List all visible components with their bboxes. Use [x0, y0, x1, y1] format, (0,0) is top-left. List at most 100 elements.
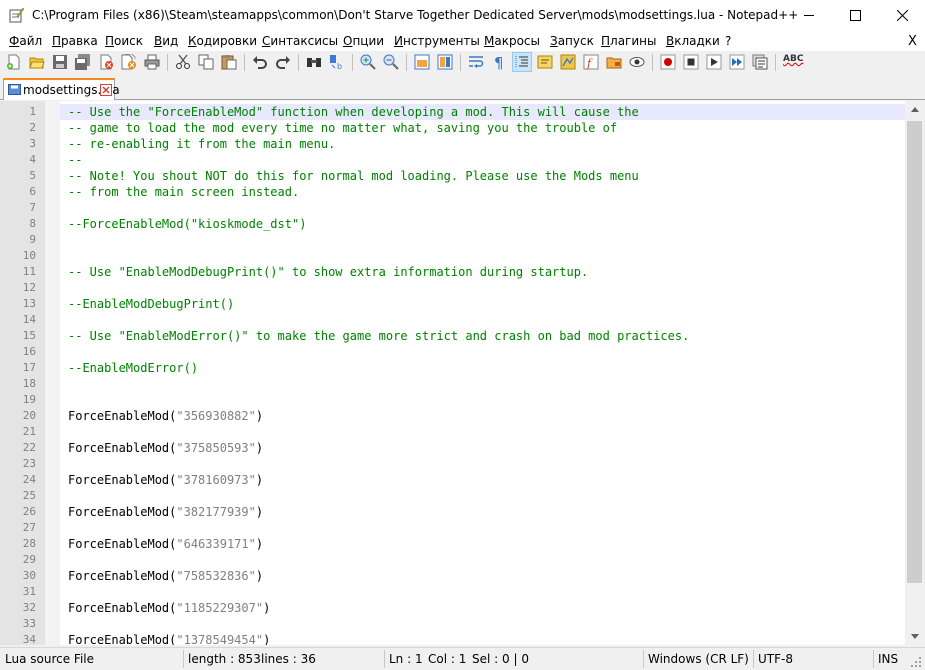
user-language-icon[interactable] [537, 54, 553, 70]
open-file-icon[interactable] [29, 54, 45, 70]
svg-text:¶: ¶ [494, 54, 504, 70]
show-all-chars-icon[interactable]: ¶ [491, 54, 507, 70]
code-line[interactable]: ForceEnableMod("378160973") [68, 472, 263, 488]
monitoring-icon[interactable] [629, 54, 645, 70]
close-file-icon[interactable] [98, 54, 114, 70]
menu-window[interactable]: Вкладки [666, 34, 720, 48]
undo-icon[interactable] [252, 54, 268, 70]
code-line[interactable]: ForceEnableMod("375850593") [68, 440, 263, 456]
menu-help[interactable]: ? [725, 34, 731, 48]
code-line[interactable]: ForceEnableMod("1185229307") [68, 600, 270, 616]
save-icon[interactable] [52, 54, 68, 70]
stop-record-icon[interactable] [683, 54, 699, 70]
menu-file[interactable]: Файл [9, 34, 42, 48]
code-comment: -- game to load the mod every time no ma… [68, 121, 618, 135]
code-line[interactable]: ForceEnableMod("758532836") [68, 568, 263, 584]
file-saved-icon [8, 84, 21, 95]
replace-icon[interactable]: b [329, 54, 345, 70]
minimize-button[interactable] [786, 0, 832, 31]
save-all-icon[interactable] [75, 54, 91, 70]
line-number: 23 [22, 457, 36, 470]
vertical-scrollbar[interactable] [905, 101, 925, 645]
code-line[interactable]: ForceEnableMod("356930882") [68, 408, 263, 424]
code-line[interactable]: -- Use "EnableModError()" to make the ga… [68, 328, 689, 344]
menu-tools[interactable]: Инструменты [394, 34, 480, 48]
code-comment: --EnableModError() [68, 361, 199, 375]
code-line[interactable]: -- Use "EnableModDebugPrint()" to show e… [68, 264, 588, 280]
code-line[interactable]: -- Note! You shout NOT do this for norma… [68, 168, 639, 184]
copy-icon[interactable] [198, 54, 214, 70]
spell-check-icon[interactable]: ABC [783, 54, 803, 70]
play-macro-icon[interactable] [706, 54, 722, 70]
status-encoding[interactable]: UTF-8 [758, 652, 793, 666]
close-all-icon[interactable] [121, 54, 137, 70]
zoom-in-icon[interactable] [360, 54, 376, 70]
status-column: Col : 1 [428, 652, 467, 666]
status-bar: Lua source File length : 853 lines : 36 … [0, 647, 925, 670]
menu-macro[interactable]: Макросы [484, 34, 540, 48]
close-document-button[interactable]: X [908, 34, 917, 49]
menu-language[interactable]: Синтаксисы [262, 34, 338, 48]
line-number: 31 [22, 585, 36, 598]
record-macro-icon[interactable] [660, 54, 676, 70]
play-multiple-icon[interactable] [729, 54, 745, 70]
code-line[interactable]: ForceEnableMod("646339171") [68, 536, 263, 552]
code-line[interactable]: ForceEnableMod("382177939") [68, 504, 263, 520]
folder-workspace-icon[interactable] [606, 54, 622, 70]
cut-icon[interactable] [175, 54, 191, 70]
word-wrap-icon[interactable] [468, 54, 484, 70]
chevron-down-icon [911, 634, 919, 639]
scroll-up-button[interactable] [905, 101, 925, 118]
title-bar[interactable]: C:\Program Files (x86)\Steam\steamapps\c… [0, 0, 925, 31]
code-text: ForceEnableMod( [68, 537, 177, 551]
fold-margin[interactable] [45, 101, 60, 645]
status-eol[interactable]: Windows (CR LF) [648, 652, 749, 666]
find-icon[interactable] [306, 54, 322, 70]
window-title: C:\Program Files (x86)\Steam\steamapps\c… [32, 8, 799, 22]
new-file-icon[interactable] [6, 54, 22, 70]
menu-run[interactable]: Запуск [550, 34, 594, 48]
code-line[interactable]: -- from the main screen instead. [68, 184, 299, 200]
code-line[interactable]: --EnableModDebugPrint() [68, 296, 234, 312]
status-selection: Sel : 0 | 0 [472, 652, 529, 666]
menu-plugins[interactable]: Плагины [601, 34, 656, 48]
scroll-down-button[interactable] [905, 628, 925, 645]
code-line[interactable]: -- Use the "ForceEnableMod" function whe… [68, 104, 639, 120]
menu-search[interactable]: Поиск [105, 34, 143, 48]
line-number: 12 [22, 281, 36, 294]
zoom-out-icon[interactable] [383, 54, 399, 70]
code-comment: --ForceEnableMod("kioskmode_dst") [68, 217, 307, 231]
save-macro-icon[interactable] [752, 54, 768, 70]
code-line[interactable]: -- game to load the mod every time no ma… [68, 120, 617, 136]
code-line[interactable]: --EnableModError() [68, 360, 198, 376]
scrollbar-thumb[interactable] [907, 121, 922, 583]
line-number: 34 [22, 633, 36, 645]
toolbar-separator [352, 54, 353, 71]
tab-close-icon[interactable] [100, 84, 112, 96]
code-line[interactable]: -- [68, 152, 82, 168]
tab-modsettings-lua[interactable]: modsettings.lua [3, 78, 120, 100]
code-line[interactable]: -- re-enabling it from the main menu. [68, 136, 335, 152]
function-list-icon[interactable]: f [583, 54, 599, 70]
close-window-button[interactable] [879, 0, 925, 31]
redo-icon[interactable] [275, 54, 291, 70]
maximize-button[interactable] [832, 0, 878, 31]
status-separator [753, 650, 754, 668]
code-line[interactable]: ForceEnableMod("1378549454") [68, 632, 270, 645]
menu-encoding[interactable]: Кодировки [188, 34, 257, 48]
print-icon[interactable] [144, 54, 160, 70]
resize-grip-icon[interactable] [910, 656, 922, 668]
sync-vertical-icon[interactable] [414, 54, 430, 70]
menu-settings[interactable]: Опции [343, 34, 384, 48]
sync-horizontal-icon[interactable] [437, 54, 453, 70]
paste-icon[interactable] [221, 54, 237, 70]
menu-edit[interactable]: Правка [52, 34, 98, 48]
menu-view[interactable]: Вид [154, 34, 178, 48]
status-insert-mode[interactable]: INS [878, 652, 898, 666]
tab-bar: modsettings.lua [0, 76, 925, 100]
code-line[interactable]: --ForceEnableMod("kioskmode_dst") [68, 216, 306, 232]
code-text: ) [263, 633, 271, 645]
doc-map-icon[interactable] [560, 54, 576, 70]
indent-guide-icon[interactable] [514, 54, 530, 70]
code-editor[interactable]: 1 -- Use the "ForceEnableMod" function wh… [0, 101, 905, 645]
